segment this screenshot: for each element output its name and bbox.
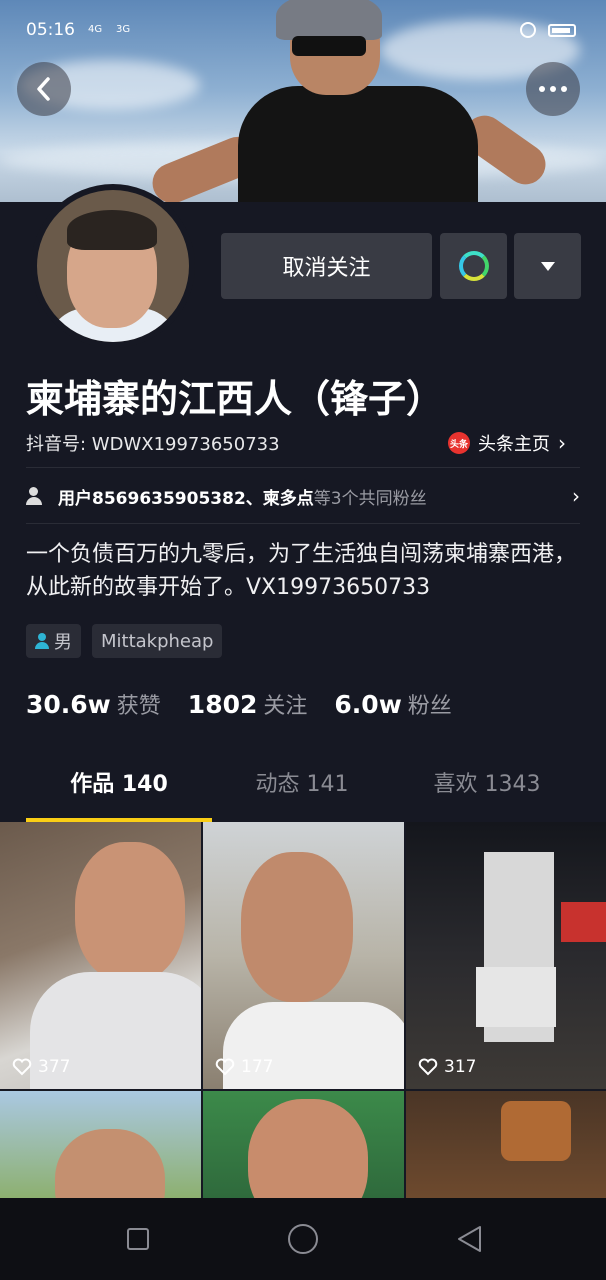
tab-dynamic[interactable]: 动态 141 — [212, 766, 392, 822]
tab-works[interactable]: 作品 140 — [26, 766, 212, 822]
more-button[interactable] — [526, 62, 580, 116]
profile-stats: 30.6w 获赞 1802 关注 6.0w 粉丝 — [26, 688, 479, 720]
chevron-left-icon — [37, 77, 50, 101]
back-button[interactable] — [17, 62, 71, 116]
divider — [26, 523, 580, 524]
status-bar: 05:16 4G 3G — [0, 0, 606, 60]
content-tabs: 作品 140 动态 141 喜欢 1343 — [0, 766, 606, 822]
gender-tag: 男 — [26, 624, 81, 658]
video-grid: 377 177 317 — [0, 822, 606, 1198]
recommend-dropdown-button[interactable] — [514, 233, 581, 299]
recent-apps-icon[interactable] — [127, 1228, 149, 1250]
gender-label: 男 — [54, 632, 72, 653]
avatar[interactable] — [31, 184, 195, 348]
system-nav-bar — [0, 1198, 606, 1280]
lock-icon — [520, 22, 536, 38]
video-thumbnail[interactable]: 377 — [0, 822, 201, 1089]
users-icon — [26, 487, 48, 505]
battery-icon — [548, 24, 576, 37]
stat-followers[interactable]: 6.0w 粉丝 — [334, 688, 451, 720]
home-icon[interactable] — [288, 1224, 318, 1254]
heart-icon — [418, 1058, 438, 1076]
video-likes: 177 — [215, 1057, 273, 1077]
profile-bio: 一个负债百万的九零后，为了生活独自闯荡柬埔寨西港，从此新的故事开始了。VX199… — [26, 542, 577, 600]
video-likes: 377 — [12, 1057, 70, 1077]
video-thumbnail[interactable] — [203, 1091, 404, 1198]
video-likes: 317 — [418, 1057, 476, 1077]
video-thumbnail[interactable]: 177 — [203, 822, 404, 1089]
divider — [26, 467, 580, 468]
location-tag: Mittakpheap — [92, 624, 223, 658]
back-triangle-icon[interactable] — [455, 1224, 483, 1254]
video-thumbnail[interactable] — [0, 1091, 201, 1198]
signal-3g: 3G — [116, 24, 131, 35]
chevron-right-icon: › — [572, 484, 580, 508]
mutual-followers-count: 等3个共同粉丝 — [313, 488, 427, 509]
heart-icon — [12, 1058, 32, 1076]
chat-bubble-icon — [458, 251, 489, 281]
dropdown-triangle-icon — [540, 261, 555, 271]
more-dots-icon — [539, 86, 567, 92]
toutiao-label: 头条主页 — [478, 434, 550, 455]
person-icon — [35, 633, 49, 649]
stat-likes: 30.6w 获赞 — [26, 690, 161, 719]
chevron-right-icon: › — [558, 431, 566, 455]
profile-name: 柬埔寨的江西人（锋子） — [26, 377, 445, 421]
signal-4g: 4G — [88, 24, 103, 35]
video-thumbnail[interactable]: 317 — [406, 822, 606, 1089]
chat-button[interactable] — [440, 233, 507, 299]
mutual-followers-names: 用户8569635905382、柬多点 — [58, 488, 314, 509]
unfollow-button[interactable]: 取消关注 — [221, 233, 432, 299]
stat-following[interactable]: 1802 关注 — [188, 688, 308, 720]
tab-likes[interactable]: 喜欢 1343 — [392, 766, 582, 822]
toutiao-homepage-link[interactable]: 头条 头条主页 › — [448, 430, 566, 456]
toutiao-icon: 头条 — [448, 432, 470, 454]
status-time: 05:16 — [26, 20, 75, 40]
mutual-followers-row[interactable]: 用户8569635905382、柬多点 等3个共同粉丝 › — [26, 484, 580, 509]
douyin-id[interactable]: 抖音号: WDWX19973650733 — [26, 430, 280, 456]
heart-icon — [215, 1058, 235, 1076]
video-thumbnail[interactable] — [406, 1091, 606, 1198]
